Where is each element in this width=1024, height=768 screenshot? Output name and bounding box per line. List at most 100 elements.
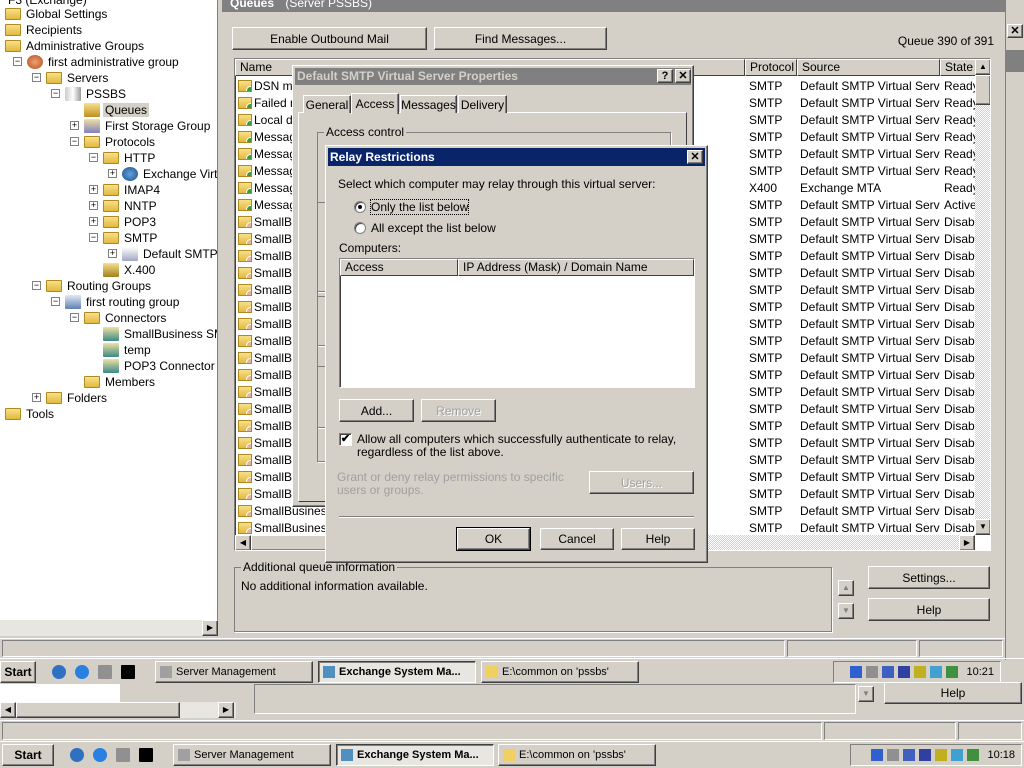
tree-item[interactable]: temp — [103, 342, 153, 358]
expand-icon[interactable]: + — [108, 249, 117, 258]
tree-item[interactable]: First Storage Group — [84, 118, 212, 134]
clock[interactable]: 10:18 — [987, 749, 1015, 761]
help-button[interactable]: Help — [868, 598, 990, 621]
column-header-ip[interactable]: IP Address (Mask) / Domain Name — [458, 259, 694, 276]
tree-item[interactable]: Folders — [46, 390, 109, 406]
users-button[interactable]: Users... — [589, 471, 694, 494]
tree-item[interactable]: HTTP — [103, 150, 157, 166]
scroll-down-icon[interactable]: ▼ — [858, 686, 874, 702]
tree-item[interactable]: Routing Groups — [46, 278, 153, 294]
alert-icon[interactable] — [935, 749, 948, 761]
tree-item[interactable]: X.400 — [103, 262, 157, 278]
update-icon[interactable] — [946, 666, 959, 678]
help-button[interactable]: Help — [621, 528, 695, 550]
tools-icon[interactable] — [850, 666, 863, 678]
ok-button[interactable]: OK — [456, 527, 531, 551]
tree-item[interactable]: Connectors — [84, 310, 168, 326]
tree-item[interactable]: POP3 Connector Ma — [103, 358, 217, 374]
collapse-icon[interactable]: − — [51, 89, 60, 98]
expand-icon[interactable]: + — [89, 217, 98, 226]
tab-access[interactable]: Access — [351, 93, 399, 114]
console-tree[interactable]: F3 (Exchange) Global Settings Recipients A… — [0, 0, 218, 620]
close-icon[interactable]: ✕ — [1007, 24, 1023, 38]
expand-icon[interactable]: + — [108, 169, 117, 178]
ie-alt-icon[interactable] — [70, 748, 84, 762]
firewall-icon[interactable] — [919, 749, 932, 761]
internet-explorer-icon[interactable] — [75, 665, 89, 679]
scroll-down-icon[interactable]: ▼ — [975, 519, 990, 535]
tree-item[interactable]: Recipients — [5, 22, 84, 38]
clock[interactable]: 10:21 — [966, 666, 994, 678]
close-icon[interactable]: ✕ — [675, 69, 691, 83]
service-icon[interactable] — [887, 749, 900, 761]
close-icon[interactable]: ✕ — [687, 150, 703, 164]
network-icon[interactable] — [116, 748, 130, 762]
tree-item[interactable]: Exchange Virtua — [122, 166, 217, 182]
collapse-icon[interactable]: − — [51, 297, 60, 306]
allow-auth-checkbox[interactable]: ✔ — [339, 433, 352, 446]
tree-item[interactable]: Protocols — [84, 134, 157, 150]
tree-item[interactable]: PSSBS — [65, 86, 128, 102]
scroll-left-icon[interactable]: ◀ — [235, 535, 251, 550]
taskbar-button[interactable]: Server Management — [173, 744, 331, 766]
remove-button[interactable]: Remove — [421, 399, 496, 422]
network-activity-icon[interactable] — [903, 749, 916, 761]
tree-item[interactable]: Members — [84, 374, 157, 390]
column-header-state[interactable]: State — [940, 59, 976, 76]
taskbar-button[interactable]: Exchange System Ma... — [318, 661, 476, 683]
tree-hscrollbar[interactable]: ▶ — [0, 620, 218, 636]
tools-icon[interactable] — [871, 749, 884, 761]
taskbar-button[interactable]: E:\common on 'pssbs' — [498, 744, 656, 766]
enable-outbound-mail-button[interactable]: Enable Outbound Mail — [232, 27, 427, 50]
network-icon[interactable] — [98, 665, 112, 679]
scroll-right-icon[interactable]: ▶ — [959, 535, 975, 550]
column-header-protocol[interactable]: Protocol — [745, 59, 797, 76]
collapse-icon[interactable]: − — [70, 137, 79, 146]
expand-icon[interactable]: + — [89, 201, 98, 210]
find-messages-button[interactable]: Find Messages... — [434, 27, 607, 50]
expand-icon[interactable]: + — [70, 121, 79, 130]
scroll-left-icon[interactable]: ◀ — [0, 702, 16, 718]
tab-delivery[interactable]: Delivery — [458, 95, 507, 113]
tree-item[interactable]: SMTP — [103, 230, 159, 246]
computers-list[interactable]: Access IP Address (Mask) / Domain Name — [339, 258, 695, 388]
radio-only-list[interactable] — [354, 201, 366, 213]
cancel-button[interactable]: Cancel — [540, 528, 614, 550]
collapse-icon[interactable]: − — [32, 73, 41, 82]
tab-general[interactable]: General — [303, 95, 351, 113]
ie-alt-icon[interactable] — [52, 665, 66, 679]
allow-auth-label[interactable]: Allow all computers which successfully a… — [357, 433, 697, 459]
scroll-right-icon[interactable]: ▶ — [218, 702, 234, 718]
start-button[interactable]: Start — [2, 744, 54, 766]
tree-item[interactable]: POP3 — [103, 214, 158, 230]
expand-icon[interactable]: + — [32, 393, 41, 402]
collapse-icon[interactable]: − — [13, 57, 22, 66]
network-connections-icon[interactable] — [930, 666, 943, 678]
hscroll-thumb[interactable] — [16, 702, 180, 718]
info-scroll-down-icon[interactable]: ▼ — [838, 603, 854, 619]
tree-item[interactable]: Queues — [84, 102, 150, 118]
tree-item[interactable]: Tools — [5, 406, 56, 422]
help-button[interactable]: Help — [884, 682, 1022, 704]
help-question-icon[interactable]: ? — [657, 69, 673, 83]
tree-item[interactable]: Default SMTP Vir — [122, 246, 217, 262]
service-icon[interactable] — [866, 666, 879, 678]
taskbar-button[interactable]: Server Management — [155, 661, 313, 683]
tab-messages[interactable]: Messages — [400, 95, 457, 113]
network-activity-icon[interactable] — [882, 666, 895, 678]
tree-item[interactable]: Administrative Groups — [5, 38, 146, 54]
radio-all-except[interactable] — [354, 222, 366, 234]
collapse-icon[interactable]: − — [32, 281, 41, 290]
tree-item[interactable]: first routing group — [65, 294, 181, 310]
taskbar-button[interactable]: E:\common on 'pssbs' — [481, 661, 639, 683]
taskbar-button[interactable]: Exchange System Ma... — [336, 744, 494, 766]
start-button[interactable]: Start — [0, 661, 36, 683]
radio-only-list-label[interactable]: Only the list below — [369, 199, 470, 215]
list-vscrollbar[interactable]: ▲ ▼ — [975, 59, 990, 535]
tree-item[interactable]: first administrative group — [27, 54, 181, 70]
collapse-icon[interactable]: − — [70, 313, 79, 322]
tree-item[interactable]: Global Settings — [5, 6, 109, 22]
tree-hscrollbar[interactable]: ◀ ▶ — [0, 702, 236, 718]
column-header-source[interactable]: Source — [797, 59, 940, 76]
tree-item[interactable]: Servers — [46, 70, 110, 86]
